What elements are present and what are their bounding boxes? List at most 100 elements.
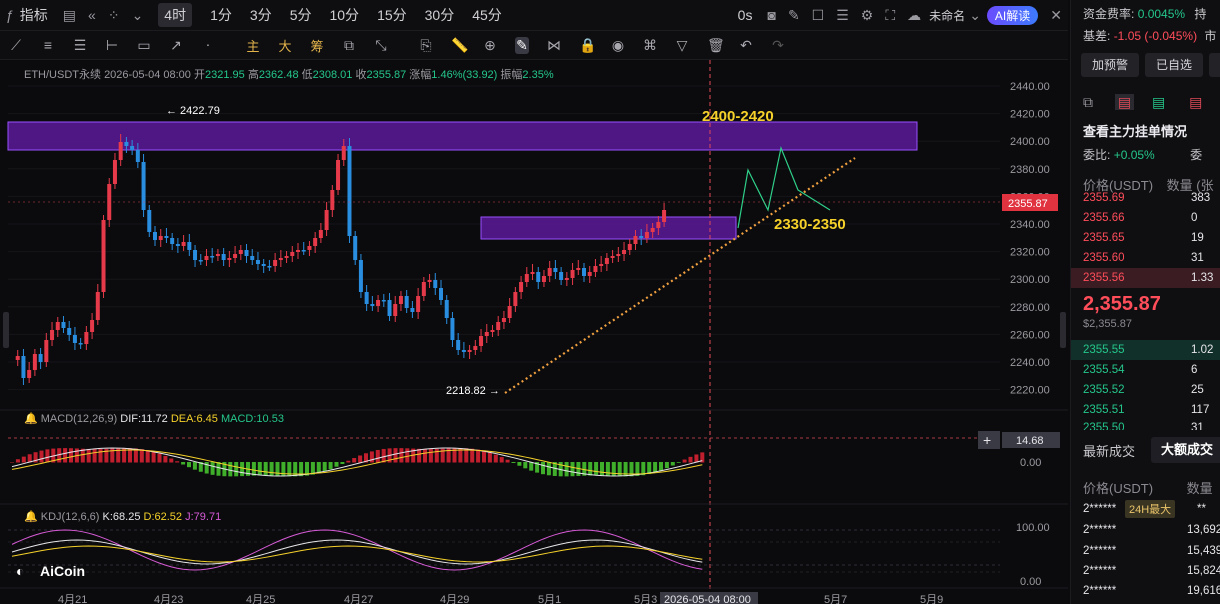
amp-value: 2.35% (522, 69, 554, 81)
settings-icon[interactable]: ⚙ (861, 7, 874, 24)
edit-icon[interactable]: ☐ (812, 7, 825, 24)
candle-body (496, 322, 501, 330)
hlines-tool-icon[interactable]: ☰ (73, 37, 87, 54)
bell-icon[interactable]: 🔔 (24, 511, 38, 523)
collapse-icon[interactable]: « (88, 7, 96, 23)
layout-name[interactable]: 未命名 (929, 7, 965, 24)
measure-tool-icon[interactable]: ⤡ (374, 37, 388, 54)
tab-large-trades[interactable]: 大额成交 (1151, 437, 1220, 463)
more-button[interactable] (1209, 53, 1220, 77)
trash-icon[interactable]: 🗑 (707, 37, 725, 54)
bid-row[interactable]: 2355.51 117 (1071, 400, 1220, 420)
macd-name[interactable]: MACD(12,26,9) (41, 413, 117, 425)
undo-icon[interactable]: ↶ (739, 37, 753, 54)
pen-icon[interactable]: ✎ (788, 7, 800, 24)
parallel-tool-icon[interactable]: ≡ (41, 37, 55, 53)
camera-icon[interactable]: ◙ (767, 7, 775, 23)
link-tool-icon[interactable]: ⌘ (643, 37, 657, 54)
ask-row[interactable]: 2355.65 19 (1071, 228, 1220, 248)
basis-value: -1.05 (-0.045%) (1113, 29, 1198, 43)
chevron-down-icon[interactable]: ⌄ (969, 7, 981, 24)
timeframe-1m[interactable]: 1分 (210, 5, 232, 25)
ask-row[interactable]: 2355.69 383 (1071, 188, 1220, 208)
trade-row[interactable]: 2****** 19,616 (1071, 581, 1220, 601)
chevron-down-icon[interactable]: ⌄ (132, 7, 144, 24)
date-tick: 4月23 (154, 594, 183, 604)
line-tool-icon[interactable]: ⟋ (9, 37, 23, 54)
copy-tool-icon[interactable]: ⎘ (419, 37, 433, 54)
lock-tool-icon[interactable]: 🔒 (579, 37, 596, 54)
copy-icon[interactable]: ⧉ (1083, 94, 1093, 110)
indicator-icon[interactable]: ƒ (6, 7, 14, 23)
hide-tool-icon[interactable]: ◉ (611, 37, 625, 54)
orderbook-asks-icon[interactable]: ▤ (1189, 94, 1202, 110)
rect-tool-icon[interactable]: ▭ (137, 37, 151, 54)
ratio-label: 委比: (1083, 148, 1111, 162)
trade-row[interactable]: 2****** 15,439 (1071, 541, 1220, 561)
ruler-tool-icon[interactable]: 📏 (451, 37, 468, 54)
orderbook-bids-icon[interactable]: ▤ (1152, 94, 1165, 110)
timeframe-3m[interactable]: 3分 (250, 5, 272, 25)
hline-tool-icon[interactable]: ⊢ (105, 37, 119, 54)
layout-icon[interactable]: ▤ (63, 7, 76, 24)
support-zone[interactable] (480, 216, 737, 240)
bid-row[interactable]: 2355.52 25 (1071, 380, 1220, 400)
kdj-name[interactable]: KDJ(12,6,6) (41, 511, 100, 523)
open-value: 2321.95 (204, 69, 245, 81)
right-scroll-handle[interactable] (1060, 312, 1066, 348)
redo-icon[interactable]: ↷ (771, 37, 785, 54)
trade-row[interactable]: 2****** 13,692 (1071, 520, 1220, 540)
ask-row[interactable]: 2355.56 1.33 (1071, 268, 1220, 288)
grid-icon[interactable]: ⁘ (108, 7, 120, 24)
ai-interpret-button[interactable]: AI解读 (986, 5, 1039, 25)
brush-tool-icon[interactable]: ✎ (515, 36, 529, 54)
trade-row[interactable]: 2****** 15,824 (1071, 561, 1220, 581)
candle-body (570, 270, 575, 278)
candle-body (507, 306, 512, 318)
macd-bar (69, 448, 73, 463)
bid-row[interactable]: 2355.50 31 (1071, 418, 1220, 430)
countdown-label[interactable]: 0s (738, 7, 753, 23)
symbol-label[interactable]: ETH/USDT永续 (24, 69, 101, 81)
bell-icon[interactable]: 🔔 (24, 413, 38, 425)
orders-title[interactable]: 查看主力挂单情况 (1083, 121, 1187, 140)
candle-body (604, 258, 609, 264)
price-tick: 2320.00 (1010, 247, 1050, 259)
orderbook-both-icon[interactable]: ▤ (1114, 94, 1135, 110)
ask-row[interactable]: 2355.66 0 (1071, 208, 1220, 228)
candle-body (44, 340, 49, 362)
close-icon[interactable]: ✕ (1050, 7, 1062, 24)
timeframe-30m[interactable]: 30分 (425, 5, 455, 25)
cloud-icon[interactable]: ☁ (907, 7, 921, 24)
alert-button[interactable]: 加预警 (1081, 53, 1139, 77)
chips-tool[interactable]: 筹 (310, 36, 324, 55)
magnet-tool-icon[interactable]: ⋈ (547, 37, 561, 54)
compare-tool-icon[interactable]: ⧉ (342, 37, 356, 54)
bid-row[interactable]: 2355.55 1.02 (1071, 340, 1220, 360)
large-order-tool[interactable]: 大 (278, 36, 292, 55)
bid-row[interactable]: 2355.54 6 (1071, 360, 1220, 380)
timeframe-4h[interactable]: 4时 (158, 3, 193, 27)
macd-bar (181, 462, 186, 465)
main-force-tool[interactable]: 主 (246, 36, 260, 55)
watchlist-button[interactable]: 已自选 (1145, 53, 1203, 77)
candle-body (72, 335, 77, 343)
indicator-button[interactable]: 指标 (20, 5, 48, 25)
sliders-icon[interactable]: ☰ (836, 7, 849, 24)
left-scroll-handle[interactable] (3, 312, 9, 348)
macd-bar (682, 459, 687, 463)
timeframe-45m[interactable]: 45分 (472, 5, 502, 25)
timeframe-10m[interactable]: 10分 (329, 5, 359, 25)
resistance-zone[interactable] (7, 121, 918, 151)
macd-bar (476, 449, 481, 463)
dot-tool-icon[interactable]: ⋅ (201, 37, 215, 54)
ask-row[interactable]: 2355.60 31 (1071, 248, 1220, 268)
fullscreen-icon[interactable]: ⛶ (885, 7, 895, 24)
arrow-tool-icon[interactable]: ↗ (169, 37, 183, 54)
filter-tool-icon[interactable]: ▽ (675, 37, 689, 54)
timeframe-5m[interactable]: 5分 (290, 5, 312, 25)
zoom-tool-icon[interactable]: ⊕ (483, 37, 497, 54)
low-label: 低 (301, 69, 313, 81)
timeframe-15m[interactable]: 15分 (377, 5, 407, 25)
tab-latest-trades[interactable]: 最新成交 (1083, 441, 1135, 460)
